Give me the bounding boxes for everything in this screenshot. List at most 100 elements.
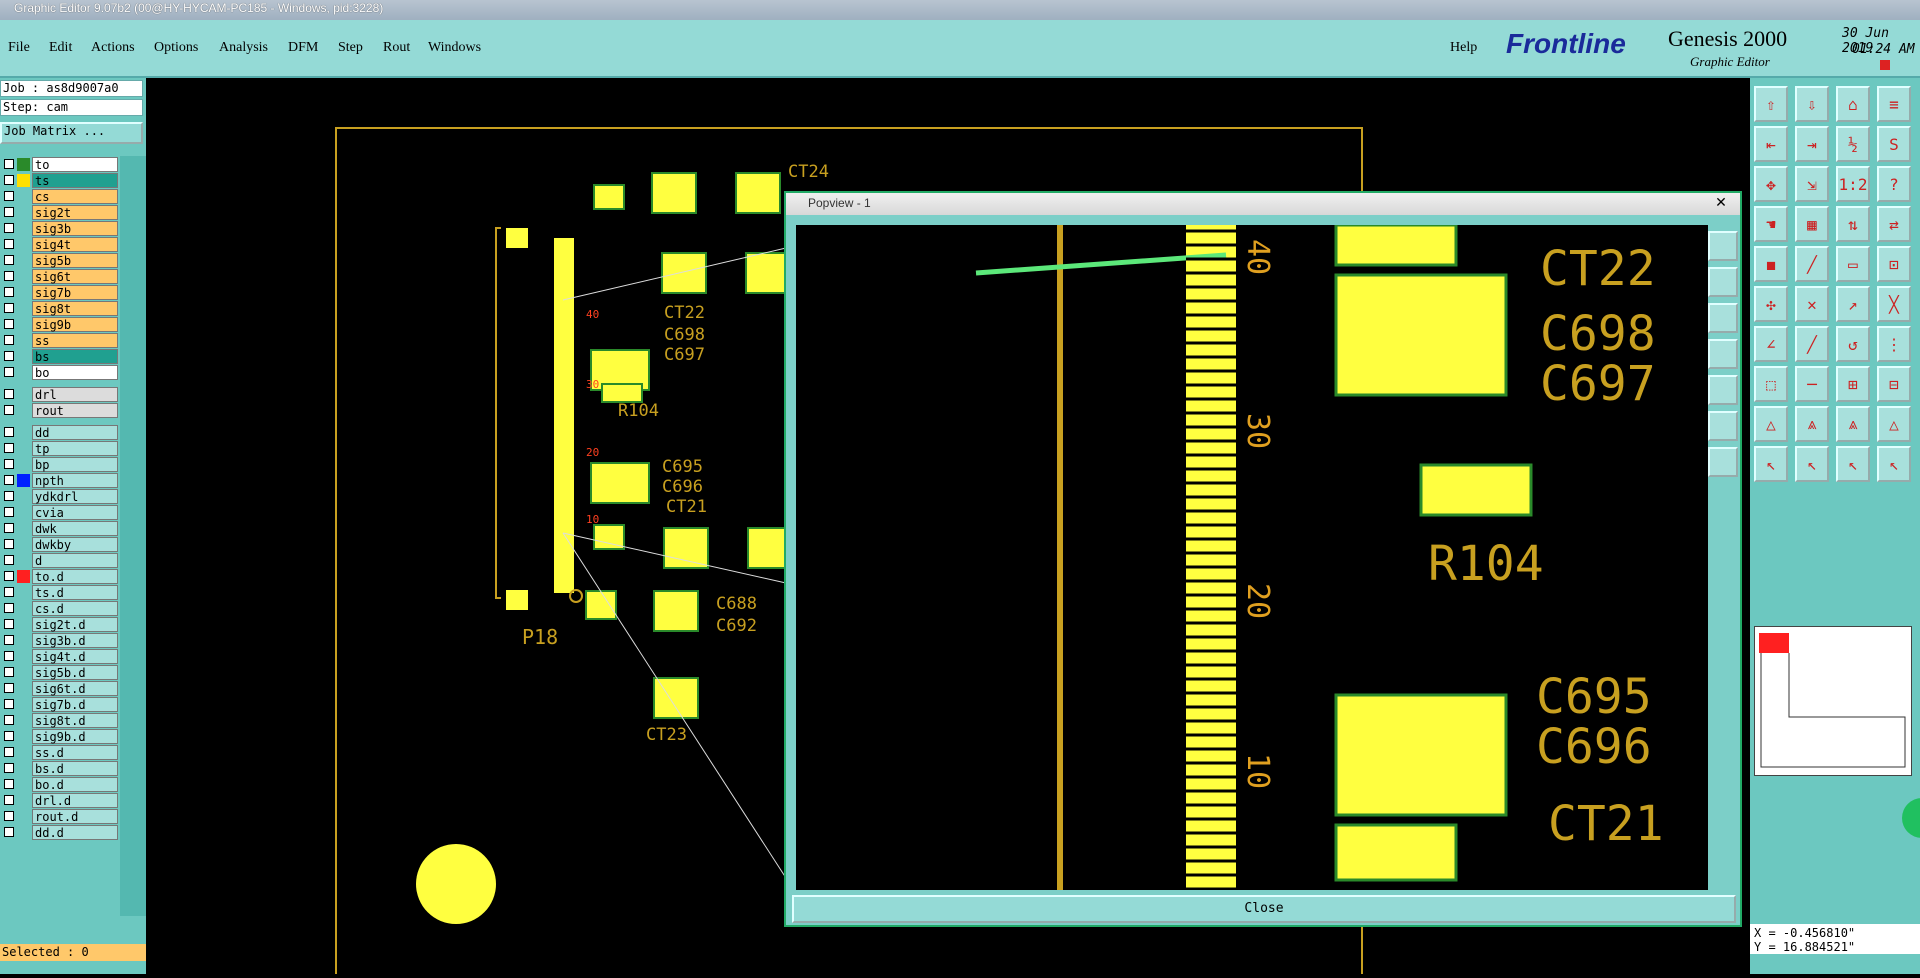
layer-checkbox[interactable] xyxy=(4,811,14,821)
layer-color-swatch[interactable] xyxy=(17,238,30,251)
layer-row[interactable]: to xyxy=(0,156,118,172)
layer-checkbox[interactable] xyxy=(4,443,14,453)
layer-checkbox[interactable] xyxy=(4,683,14,693)
layer-checkbox[interactable] xyxy=(4,271,14,281)
layer-name[interactable]: drl.d xyxy=(32,792,118,808)
layer-checkbox[interactable] xyxy=(4,319,14,329)
layer-row[interactable]: bp xyxy=(0,456,118,472)
layer-checkbox[interactable] xyxy=(4,827,14,837)
layer-checkbox[interactable] xyxy=(4,779,14,789)
tool-button[interactable]: ◼ xyxy=(1754,246,1788,282)
layer-row[interactable]: sig7b xyxy=(0,284,118,300)
layer-color-swatch[interactable] xyxy=(17,388,30,401)
tool-button[interactable]: ✥ xyxy=(1754,166,1788,202)
menu-edit[interactable]: Edit xyxy=(49,40,72,56)
tool-button[interactable]: ↖ xyxy=(1754,446,1788,482)
layer-checkbox[interactable] xyxy=(4,191,14,201)
layer-row[interactable]: ss xyxy=(0,332,118,348)
layer-name[interactable]: bo xyxy=(32,364,118,380)
layer-color-swatch[interactable] xyxy=(17,602,30,615)
popview-tool-button[interactable] xyxy=(1708,447,1738,477)
layer-color-swatch[interactable] xyxy=(17,682,30,695)
menu-help[interactable]: Help xyxy=(1450,40,1477,56)
layer-checkbox[interactable] xyxy=(4,255,14,265)
tool-button[interactable]: ↖ xyxy=(1836,446,1870,482)
layer-row[interactable]: ts.d xyxy=(0,584,118,600)
layer-name[interactable]: sig5b.d xyxy=(32,664,118,680)
layer-row[interactable]: bo.d xyxy=(0,776,118,792)
layer-row[interactable]: rout.d xyxy=(0,808,118,824)
layer-name[interactable]: to xyxy=(32,156,118,172)
layer-color-swatch[interactable] xyxy=(17,522,30,535)
layer-color-swatch[interactable] xyxy=(17,730,30,743)
layer-checkbox[interactable] xyxy=(4,389,14,399)
layer-checkbox[interactable] xyxy=(4,539,14,549)
tool-button[interactable]: ⊟ xyxy=(1877,366,1911,402)
layer-checkbox[interactable] xyxy=(4,747,14,757)
layer-checkbox[interactable] xyxy=(4,699,14,709)
layer-color-swatch[interactable] xyxy=(17,190,30,203)
layer-row[interactable]: sig4t xyxy=(0,236,118,252)
popview-canvas[interactable]: CT22 C698 C697 R104 C695 C696 CT21 40 30… xyxy=(796,225,1708,890)
tool-button[interactable]: ↖ xyxy=(1795,446,1829,482)
tool-button[interactable]: ▦ xyxy=(1795,206,1829,242)
layer-name[interactable]: dwkby xyxy=(32,536,118,552)
tool-button[interactable]: ✕ xyxy=(1795,286,1829,322)
layer-name[interactable]: sig4t xyxy=(32,236,118,252)
layer-color-swatch[interactable] xyxy=(17,810,30,823)
layer-name[interactable]: sig5b xyxy=(32,252,118,268)
layer-color-swatch[interactable] xyxy=(17,404,30,417)
layer-name[interactable]: sig2t xyxy=(32,204,118,220)
layer-name[interactable]: sig8t.d xyxy=(32,712,118,728)
layer-color-swatch[interactable] xyxy=(17,286,30,299)
popview-close-button[interactable]: Close xyxy=(792,895,1736,923)
layer-row[interactable]: bs.d xyxy=(0,760,118,776)
layer-row[interactable]: sig7b.d xyxy=(0,696,118,712)
layer-color-swatch[interactable] xyxy=(17,442,30,455)
popview-tool-button[interactable] xyxy=(1708,231,1738,261)
layer-name[interactable]: sig8t xyxy=(32,300,118,316)
layer-checkbox[interactable] xyxy=(4,571,14,581)
layer-color-swatch[interactable] xyxy=(17,666,30,679)
layer-color-swatch[interactable] xyxy=(17,794,30,807)
layer-name[interactable]: dd.d xyxy=(32,824,118,840)
layer-checkbox[interactable] xyxy=(4,367,14,377)
tool-button[interactable]: △ xyxy=(1877,406,1911,442)
layer-color-swatch[interactable] xyxy=(17,206,30,219)
popview-close-icon[interactable]: ✕ xyxy=(1706,195,1736,213)
menu-options[interactable]: Options xyxy=(154,40,198,56)
layer-checkbox[interactable] xyxy=(4,159,14,169)
layer-color-swatch[interactable] xyxy=(17,302,30,315)
layer-color-swatch[interactable] xyxy=(17,506,30,519)
layer-color-swatch[interactable] xyxy=(17,490,30,503)
layer-color-swatch[interactable] xyxy=(17,586,30,599)
layer-checkbox[interactable] xyxy=(4,175,14,185)
layer-row[interactable]: rout xyxy=(0,402,118,418)
layer-checkbox[interactable] xyxy=(4,405,14,415)
menu-windows[interactable]: Windows xyxy=(428,40,481,56)
menu-analysis[interactable]: Analysis xyxy=(219,40,268,56)
tool-button[interactable]: ⇩ xyxy=(1795,86,1829,122)
layer-name[interactable]: bp xyxy=(32,456,118,472)
layer-checkbox[interactable] xyxy=(4,507,14,517)
layer-checkbox[interactable] xyxy=(4,795,14,805)
layer-color-swatch[interactable] xyxy=(17,366,30,379)
menu-dfm[interactable]: DFM xyxy=(288,40,318,56)
layer-row[interactable]: dwk xyxy=(0,520,118,536)
tool-button[interactable]: ⇄ xyxy=(1877,206,1911,242)
popview-window[interactable]: Popview - 1 ✕ CT22 C698 C697 R104 C695 C… xyxy=(784,191,1742,927)
layer-color-swatch[interactable] xyxy=(17,826,30,839)
layer-row[interactable]: cvia xyxy=(0,504,118,520)
side-badge[interactable] xyxy=(1902,798,1920,838)
layer-row[interactable]: to.d xyxy=(0,568,118,584)
layer-row[interactable]: ts xyxy=(0,172,118,188)
layer-row[interactable]: sig5b xyxy=(0,252,118,268)
layer-color-swatch[interactable] xyxy=(17,222,30,235)
tool-button[interactable]: ─ xyxy=(1795,366,1829,402)
layer-checkbox[interactable] xyxy=(4,335,14,345)
layer-name[interactable]: npth xyxy=(32,472,118,488)
tool-button[interactable]: ⇲ xyxy=(1795,166,1829,202)
layer-color-swatch[interactable] xyxy=(17,350,30,363)
layer-color-swatch[interactable] xyxy=(17,334,30,347)
layer-row[interactable]: sig3b xyxy=(0,220,118,236)
